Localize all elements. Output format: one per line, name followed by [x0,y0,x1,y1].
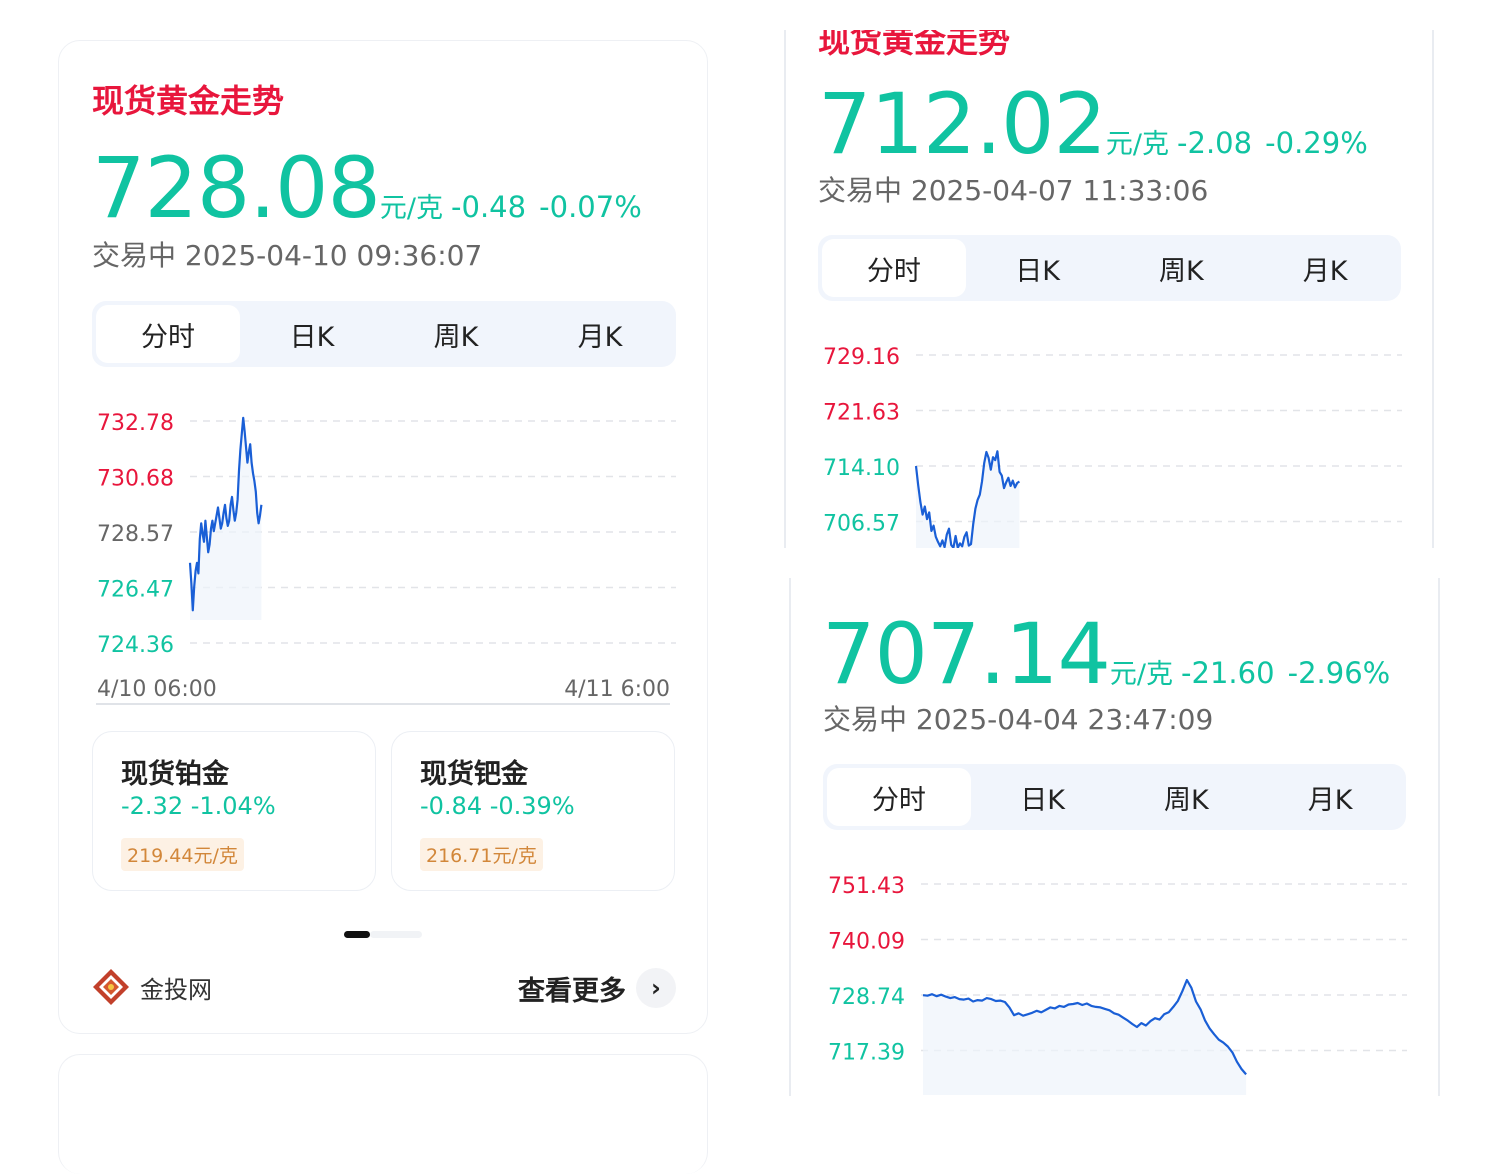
palladium-name: 现货钯金 [420,759,528,790]
chevron-right-icon[interactable]: › [636,968,676,1008]
y-tick-label: 740.09 [828,930,905,955]
y-tick-label: 751.43 [828,874,905,899]
y-tick-label: 706.57 [823,512,900,537]
palladium-card[interactable]: 现货钯金 -0.84 -0.39% 216.71元/克 [391,731,675,891]
panel-a-change-pct: -0.07% [539,190,642,224]
tab-intraday[interactable]: 分时 [96,305,240,363]
y-tick-label: 728.57 [97,522,174,547]
carousel-indicator [344,931,422,938]
platinum-name: 现货铂金 [121,759,229,790]
panel-b-right-edge [1432,30,1434,548]
y-tick-label: 728.74 [828,985,905,1010]
tab-weekly-k[interactable]: 周K [1115,768,1259,826]
view-more-link[interactable]: 查看更多 › [518,968,676,1008]
panel-c-right-edge [1438,578,1440,1096]
panel-b-change-pct: -0.29% [1265,126,1368,160]
tab-monthly-k[interactable]: 月K [1253,239,1397,297]
panel-a-price-row: 728.08元/克 -0.48 -0.07% [92,146,642,230]
panel-a-period-tabs: 分时 日K 周K 月K [92,301,676,367]
panel-b-status: 交易中 2025-04-07 11:33:06 [818,174,1209,207]
tab-daily-k[interactable]: 日K [966,239,1110,297]
y-tick-label: 721.63 [823,401,900,426]
y-tick-label: 714.10 [823,456,900,481]
panel-b-period-tabs: 分时 日K 周K 月K [818,235,1401,301]
tab-weekly-k[interactable]: 周K [384,305,528,363]
x-start-label: 4/10 06:00 [97,677,217,702]
panel-c-unit: 元/克 [1109,659,1174,690]
panel-b-price: 712.02 [818,75,1107,173]
platinum-change: -2.32 -1.04% [121,792,276,820]
panel-b-chart-crop: 729.16 721.63 714.10 706.57 [818,330,1408,548]
panel-b-price-row: 712.02元/克 -2.08 -0.29% [818,82,1368,166]
panel-c-left-edge [789,578,791,1096]
panel-b-title: 现货黄金走势 [818,30,1011,60]
x-end-label: 4/11 6:00 [564,677,670,702]
y-tick-label: 732.78 [97,411,174,436]
panel-c-chart-crop: 751.43 740.09 728.74 717.39 [823,858,1413,1095]
panel-b-left-edge [784,30,786,548]
palladium-price-badge: 216.71元/克 [420,838,543,871]
carousel-dot-rest [370,931,422,938]
panel-c-intraday-chart: 751.43 740.09 728.74 717.39 [828,874,1407,1095]
panel-c-period-tabs: 分时 日K 周K 月K [823,764,1406,830]
y-tick-label: 729.16 [823,345,900,370]
tab-intraday[interactable]: 分时 [827,768,971,826]
panel-b-unit: 元/克 [1105,129,1170,160]
tab-monthly-k[interactable]: 月K [1258,768,1402,826]
jintou-logo-icon [93,969,129,1005]
panel-b-change: -2.08 [1177,126,1253,160]
tab-intraday[interactable]: 分时 [822,239,966,297]
panel-a-intraday-chart: 732.78 730.68 728.57 726.47 724.36 4/10 06:00… [96,411,676,705]
y-tick-label: 724.36 [97,633,174,658]
tab-weekly-k[interactable]: 周K [1110,239,1254,297]
tab-daily-k[interactable]: 日K [971,768,1115,826]
panel-c-status: 交易中 2025-04-04 23:47:09 [823,703,1214,736]
panel-c-change: -21.60 [1181,656,1275,690]
panel-c-price-row: 707.14元/克 -21.60 -2.96% [822,612,1390,696]
y-tick-label: 726.47 [97,578,174,603]
panel-c-price: 707.14 [822,605,1111,703]
panel-a-change: -0.48 [451,190,527,224]
carousel-dot-active [344,931,370,938]
panel-a-price: 728.08 [92,139,381,237]
view-more-label: 查看更多 [518,975,626,1007]
platinum-card[interactable]: 现货铂金 -2.32 -1.04% 219.44元/克 [92,731,376,891]
panel-a-unit: 元/克 [379,193,444,224]
brand-name: 金投网 [140,975,212,1004]
y-tick-label: 730.68 [97,467,174,492]
platinum-price-badge: 219.44元/克 [121,838,244,871]
panel-a-status: 交易中 2025-04-10 09:36:07 [92,239,483,272]
panel-b-intraday-chart: 729.16 721.63 714.10 706.57 [823,345,1402,548]
price-area-fill [923,980,1247,1095]
next-card-peek [58,1054,708,1174]
palladium-change: -0.84 -0.39% [420,792,575,820]
tab-monthly-k[interactable]: 月K [528,305,672,363]
y-tick-label: 717.39 [828,1041,905,1066]
panel-c-change-pct: -2.96% [1287,656,1391,690]
tab-daily-k[interactable]: 日K [240,305,384,363]
panel-a-title: 现货黄金走势 [92,82,285,120]
brand[interactable]: 金投网 [92,968,212,1006]
